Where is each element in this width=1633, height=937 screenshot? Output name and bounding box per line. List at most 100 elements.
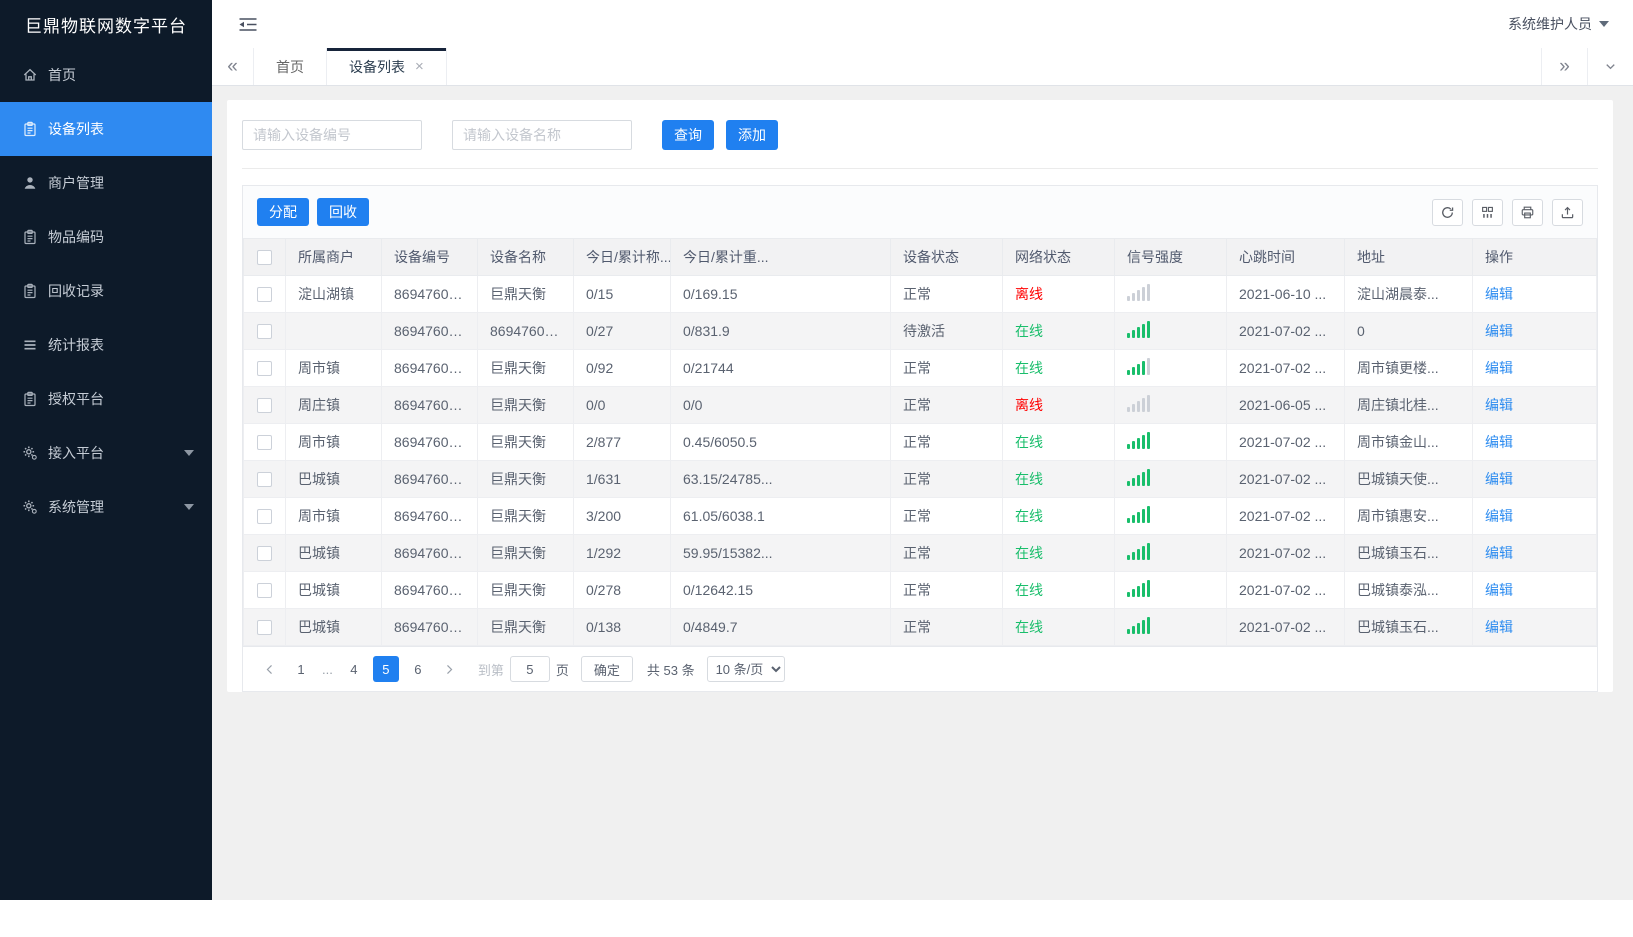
- cell-address: 0: [1344, 312, 1473, 350]
- user-menu[interactable]: 系统维护人员: [1508, 14, 1609, 34]
- goto-page-input[interactable]: [509, 656, 550, 682]
- gear-icon: [22, 499, 38, 515]
- add-button[interactable]: 添加: [726, 120, 778, 150]
- column-header: 操作: [1472, 238, 1597, 276]
- scroll-tabs-left-icon[interactable]: «: [212, 48, 254, 85]
- page-number-6[interactable]: 6: [405, 656, 431, 682]
- chevron-down-icon: [1599, 21, 1609, 27]
- close-icon[interactable]: ×: [415, 59, 424, 74]
- edit-link[interactable]: 编辑: [1485, 545, 1513, 561]
- row-checkbox[interactable]: [257, 472, 272, 488]
- sidebar-item-9[interactable]: 系统管理: [0, 480, 212, 534]
- cell-device-no: 8694760552...: [381, 460, 478, 498]
- cell-address: 淀山湖晨泰...: [1344, 275, 1473, 313]
- row-checkbox[interactable]: [257, 324, 272, 340]
- tab-options-chevron-icon[interactable]: [1587, 48, 1633, 85]
- row-checkbox[interactable]: [257, 509, 272, 525]
- cell-action: 编辑: [1472, 275, 1597, 313]
- signal-bars-icon: [1127, 284, 1150, 301]
- cell-device-no: 8694760551...: [381, 534, 478, 572]
- cell-device-name: 巨鼎天衡: [477, 423, 574, 461]
- row-checkbox[interactable]: [257, 546, 272, 562]
- column-header: 今日/累计重...: [670, 238, 891, 276]
- edit-link[interactable]: 编辑: [1485, 323, 1513, 339]
- edit-link[interactable]: 编辑: [1485, 582, 1513, 598]
- chevron-down-icon: [184, 504, 194, 510]
- prev-page-icon[interactable]: [257, 663, 282, 676]
- gear-icon: [22, 445, 38, 461]
- cell-network-status: 离线: [1002, 386, 1115, 424]
- cell-network-status: 在线: [1002, 423, 1115, 461]
- row-checkbox[interactable]: [257, 583, 272, 599]
- sidebar-item-8[interactable]: 接入平台: [0, 426, 212, 480]
- collapse-sidebar-icon[interactable]: [238, 16, 258, 33]
- page-size-select[interactable]: 10 条/页: [706, 656, 785, 682]
- page-number-4[interactable]: 4: [341, 656, 367, 682]
- edit-link[interactable]: 编辑: [1485, 508, 1513, 524]
- edit-link[interactable]: 编辑: [1485, 619, 1513, 635]
- tab-2[interactable]: 设备列表 ×: [327, 48, 447, 85]
- cell-network-status: 在线: [1002, 312, 1115, 350]
- sidebar-item-label: 物品编码: [48, 229, 104, 245]
- cell-device-no: 8694760552...: [381, 349, 478, 387]
- sidebar-item-3[interactable]: 商户管理: [0, 156, 212, 210]
- edit-link[interactable]: 编辑: [1485, 397, 1513, 413]
- edit-link[interactable]: 编辑: [1485, 286, 1513, 302]
- assign-button[interactable]: 分配: [257, 198, 309, 226]
- column-header: 所属商户: [285, 238, 382, 276]
- table-tools: [1432, 198, 1583, 226]
- sidebar-item-2[interactable]: 设备列表: [0, 102, 212, 156]
- columns-button[interactable]: [1472, 198, 1503, 226]
- page-number-5[interactable]: 5: [372, 656, 399, 682]
- cell-network-status: 在线: [1002, 608, 1115, 646]
- sidebar-item-4[interactable]: 物品编码: [0, 210, 212, 264]
- row-checkbox-cell: [243, 312, 286, 350]
- edit-link[interactable]: 编辑: [1485, 471, 1513, 487]
- sidebar-item-1[interactable]: 首页: [0, 48, 212, 102]
- page-ellipsis: ...: [322, 661, 333, 677]
- tab-label: 设备列表: [349, 58, 405, 75]
- row-checkbox[interactable]: [257, 287, 272, 303]
- cell-device-name: 巨鼎天衡: [477, 460, 574, 498]
- device-name-input[interactable]: [452, 120, 632, 150]
- print-icon: [1520, 205, 1535, 220]
- sidebar-item-5[interactable]: 回收记录: [0, 264, 212, 318]
- row-checkbox[interactable]: [257, 361, 272, 377]
- page-number-1[interactable]: 1: [288, 656, 314, 682]
- row-checkbox[interactable]: [257, 435, 272, 451]
- device-no-input[interactable]: [242, 120, 422, 150]
- cell-heartbeat: 2021-07-02 ...: [1226, 423, 1345, 461]
- confirm-page-button[interactable]: 确定: [580, 656, 633, 682]
- sidebar-item-label: 统计报表: [48, 337, 104, 353]
- print-button[interactable]: [1512, 198, 1543, 226]
- row-checkbox[interactable]: [257, 620, 272, 636]
- page-numbers: 1... 4 5 6: [288, 656, 431, 682]
- cell-device-name: 巨鼎天衡: [477, 534, 574, 572]
- cell-device-name: 巨鼎天衡: [477, 497, 574, 535]
- row-checkbox-cell: [243, 423, 286, 461]
- tab-1[interactable]: 首页: [254, 48, 327, 85]
- cell-merchant: 周庄镇: [285, 386, 382, 424]
- edit-link[interactable]: 编辑: [1485, 434, 1513, 450]
- cell-device-status: 正常: [890, 571, 1003, 609]
- export-button[interactable]: [1552, 198, 1583, 226]
- cell-today-count: 0/278: [573, 571, 671, 609]
- refresh-button[interactable]: [1432, 198, 1463, 226]
- cell-network-status: 在线: [1002, 460, 1115, 498]
- sidebar-item-7[interactable]: 授权平台: [0, 372, 212, 426]
- scroll-tabs-right-icon[interactable]: »: [1541, 48, 1587, 85]
- table-row: 周市镇 8694760552... 巨鼎天衡 2/877 0.45/6050.5 正常 在线…: [243, 423, 1597, 461]
- table-row: 巴城镇 8694760551... 巨鼎天衡 1/292 59.95/15382... 正…: [243, 534, 1597, 572]
- cell-signal: [1114, 275, 1227, 313]
- select-all-checkbox[interactable]: [257, 250, 272, 266]
- query-button[interactable]: 查询: [662, 120, 714, 150]
- row-checkbox[interactable]: [257, 398, 272, 414]
- sidebar-item-6[interactable]: 统计报表: [0, 318, 212, 372]
- table-header-row: 所属商户 设备编号 设备名称 今日/累计称... 今日/累计重... 设备状态 网络状态 信号…: [243, 238, 1597, 276]
- recycle-button[interactable]: 回收: [317, 198, 369, 226]
- cell-signal: [1114, 386, 1227, 424]
- cell-device-no: 8694760552...: [381, 386, 478, 424]
- cell-heartbeat: 2021-07-02 ...: [1226, 534, 1345, 572]
- edit-link[interactable]: 编辑: [1485, 360, 1513, 376]
- next-page-icon[interactable]: [437, 663, 462, 676]
